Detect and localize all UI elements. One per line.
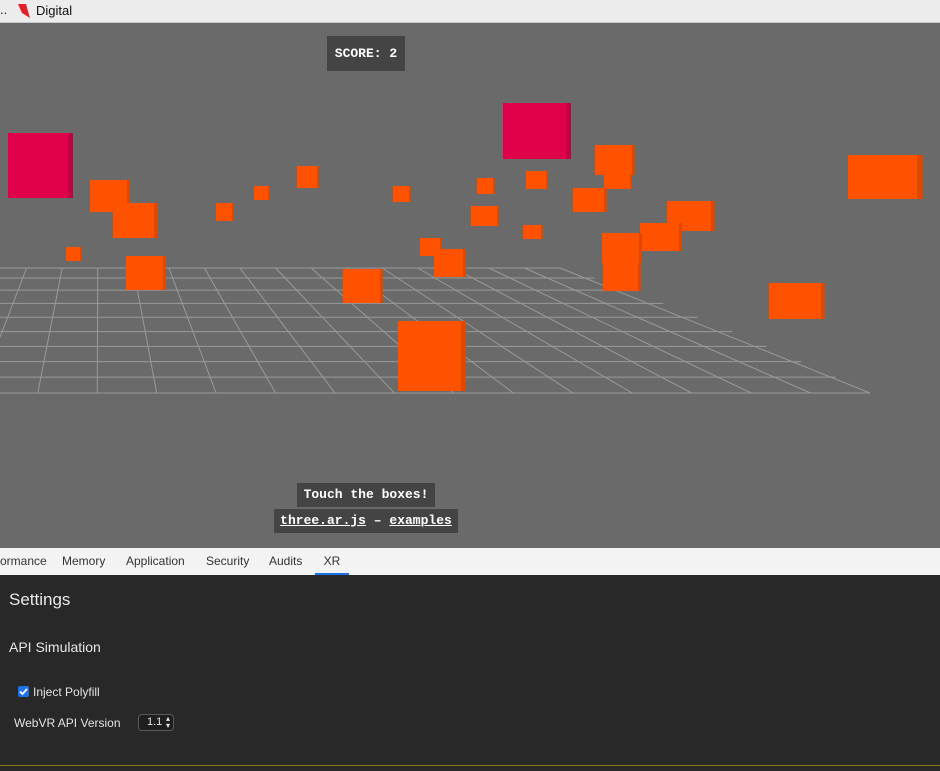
target-box[interactable] <box>640 223 682 251</box>
ar-game-viewport[interactable]: SCORE: 2 Touch the boxes! three.ar.js – … <box>0 23 940 548</box>
target-box[interactable] <box>434 249 466 277</box>
target-box[interactable] <box>602 233 642 263</box>
inject-polyfill-label: Inject Polyfill <box>33 685 100 699</box>
tab-memory[interactable]: Memory <box>62 548 105 575</box>
target-boxes <box>8 103 923 391</box>
target-box[interactable] <box>477 178 495 194</box>
3d-scene[interactable] <box>0 23 940 548</box>
checkmark-icon <box>19 688 28 696</box>
browser-titlebar: .. Digital <box>0 0 940 23</box>
api-simulation-heading: API Simulation <box>9 639 101 655</box>
target-box[interactable] <box>503 103 571 159</box>
instruction-text: Touch the boxes! <box>297 483 435 507</box>
devtools-tabbar: ormance Memory Application Security Audi… <box>0 548 940 576</box>
webvr-version-label: WebVR API Version <box>14 716 121 730</box>
target-box[interactable] <box>471 206 499 226</box>
target-box[interactable] <box>216 203 234 221</box>
tab-xr[interactable]: XR <box>315 548 349 575</box>
settings-title: Settings <box>9 590 71 609</box>
tab-application[interactable]: Application <box>126 548 185 575</box>
target-box[interactable] <box>848 155 923 199</box>
tab-overflow-ellipsis[interactable]: .. <box>0 2 7 17</box>
target-box[interactable] <box>297 166 319 188</box>
target-box[interactable] <box>343 269 383 303</box>
score-display: SCORE: 2 <box>327 36 405 71</box>
target-box[interactable] <box>573 188 607 212</box>
select-arrows-icon: ▴ ▾ <box>165 714 170 730</box>
digital-favicon-icon <box>18 4 30 18</box>
xr-settings-panel: Settings API Simulation Inject Polyfill … <box>0 575 940 770</box>
tab-audits[interactable]: Audits <box>269 548 302 575</box>
webvr-version-select[interactable]: 1.1 ▴ ▾ <box>138 714 174 731</box>
target-box[interactable] <box>393 186 411 202</box>
links-separator: – <box>366 513 390 528</box>
target-box[interactable] <box>8 133 73 198</box>
target-box[interactable] <box>66 247 82 261</box>
target-box[interactable] <box>603 263 641 291</box>
examples-link[interactable]: examples <box>389 513 451 528</box>
target-box[interactable] <box>526 171 548 189</box>
target-box[interactable] <box>113 203 158 238</box>
tab-performance[interactable]: ormance <box>0 548 47 575</box>
panel-bottom-edge <box>0 765 940 771</box>
target-box[interactable] <box>595 145 635 175</box>
target-box[interactable] <box>398 321 466 391</box>
credits-links: three.ar.js – examples <box>274 509 458 533</box>
target-box[interactable] <box>604 175 632 189</box>
inject-polyfill-checkbox[interactable] <box>18 686 29 697</box>
tab-title[interactable]: Digital <box>36 3 72 18</box>
webvr-version-value: 1.1 <box>147 716 163 728</box>
target-box[interactable] <box>254 186 270 200</box>
threear-link[interactable]: three.ar.js <box>280 513 366 528</box>
target-box[interactable] <box>523 225 543 239</box>
target-box[interactable] <box>126 256 166 290</box>
target-box[interactable] <box>769 283 825 319</box>
tab-security[interactable]: Security <box>206 548 249 575</box>
